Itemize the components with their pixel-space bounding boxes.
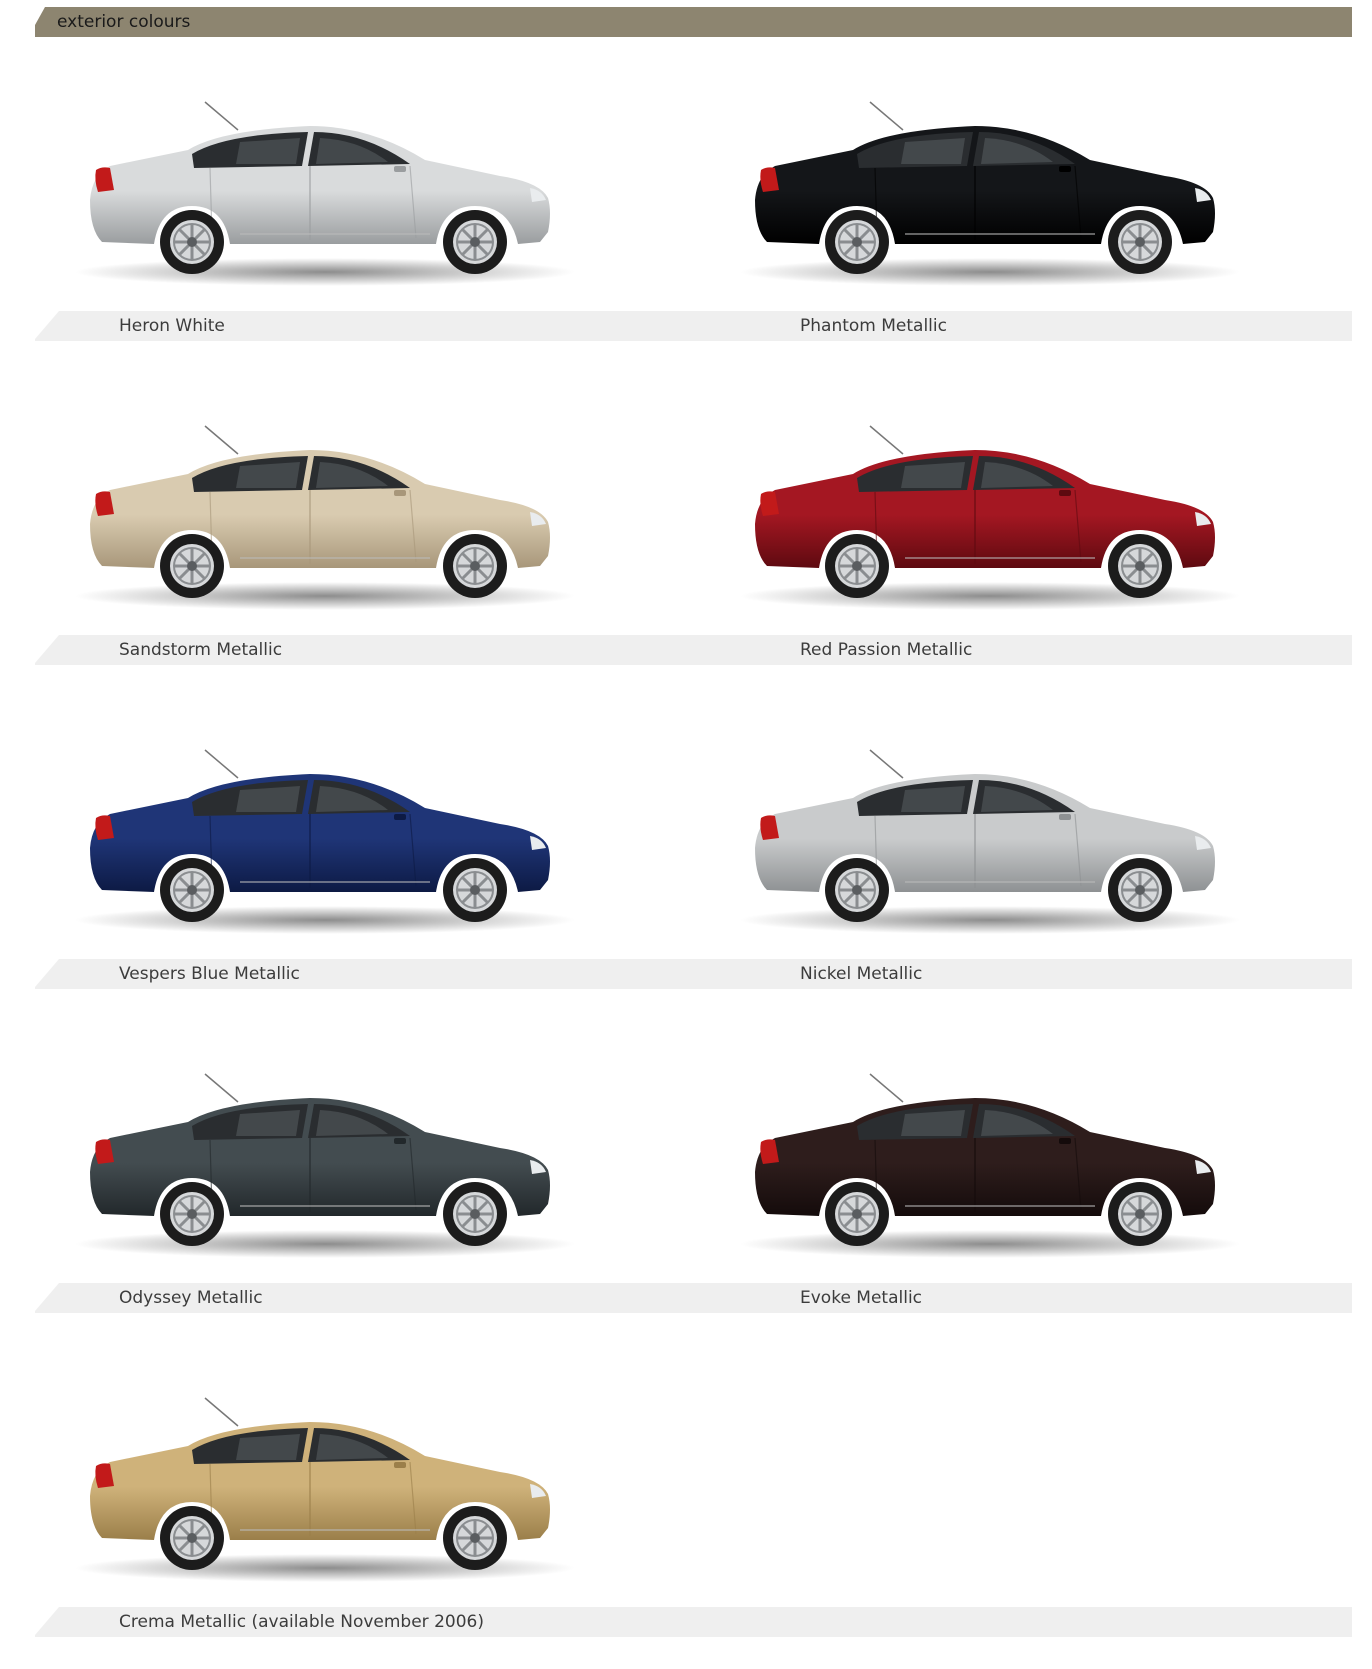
car-swatch-0 (70, 80, 600, 300)
car-swatch-5 (735, 728, 1265, 948)
wheel-4 (443, 858, 507, 922)
wheel-6 (160, 1182, 224, 1246)
car-image (740, 101, 1240, 286)
car-swatch-4 (70, 728, 600, 948)
colour-name-1: Phantom Metallic (800, 316, 947, 336)
car-image (75, 1073, 575, 1258)
wheel-1 (1108, 210, 1172, 274)
colour-label-bar-0: Heron White (35, 311, 695, 341)
section-header: exterior colours (35, 7, 1352, 37)
wheel-0 (443, 210, 507, 274)
car-image (75, 749, 575, 934)
car-image (75, 101, 575, 286)
colour-label-bar-6: Odyssey Metallic (35, 1283, 695, 1313)
colour-label-bar-5: Nickel Metallic (695, 959, 1352, 989)
wheel-7 (1108, 1182, 1172, 1246)
colour-name-7: Evoke Metallic (800, 1288, 923, 1308)
colour-name-6: Odyssey Metallic (119, 1288, 263, 1308)
car-swatch-2 (70, 404, 600, 624)
car-image (740, 425, 1240, 610)
wheel-8 (443, 1506, 507, 1570)
colour-label-bar-7: Evoke Metallic (695, 1283, 1352, 1313)
colour-label-bar-8: Crema Metallic (available November 2006) (35, 1607, 1352, 1637)
car-swatch-1 (735, 80, 1265, 300)
colour-label-bar-1: Phantom Metallic (695, 311, 1352, 341)
car-image (740, 749, 1240, 934)
wheel-3 (825, 534, 889, 598)
colour-label-bar-3: Red Passion Metallic (695, 635, 1352, 665)
wheel-0 (160, 210, 224, 274)
colour-name-8: Crema Metallic (available November 2006) (119, 1612, 484, 1632)
car-image (75, 1397, 575, 1582)
colour-name-4: Vespers Blue Metallic (119, 964, 300, 984)
colour-name-5: Nickel Metallic (800, 964, 923, 984)
wheel-2 (443, 534, 507, 598)
car-swatch-8 (70, 1376, 600, 1596)
car-image (75, 425, 575, 610)
colour-name-3: Red Passion Metallic (800, 640, 973, 660)
wheel-2 (160, 534, 224, 598)
colour-label-bar-2: Sandstorm Metallic (35, 635, 695, 665)
wheel-8 (160, 1506, 224, 1570)
colour-name-0: Heron White (119, 316, 225, 336)
section-title: exterior colours (57, 12, 191, 32)
wheel-5 (825, 858, 889, 922)
wheel-3 (1108, 534, 1172, 598)
colour-label-bar-4: Vespers Blue Metallic (35, 959, 695, 989)
car-swatch-3 (735, 404, 1265, 624)
wheel-7 (825, 1182, 889, 1246)
colour-name-2: Sandstorm Metallic (119, 640, 283, 660)
car-image (740, 1073, 1240, 1258)
car-swatch-6 (70, 1052, 600, 1272)
wheel-6 (443, 1182, 507, 1246)
car-swatch-7 (735, 1052, 1265, 1272)
wheel-1 (825, 210, 889, 274)
wheel-5 (1108, 858, 1172, 922)
wheel-4 (160, 858, 224, 922)
